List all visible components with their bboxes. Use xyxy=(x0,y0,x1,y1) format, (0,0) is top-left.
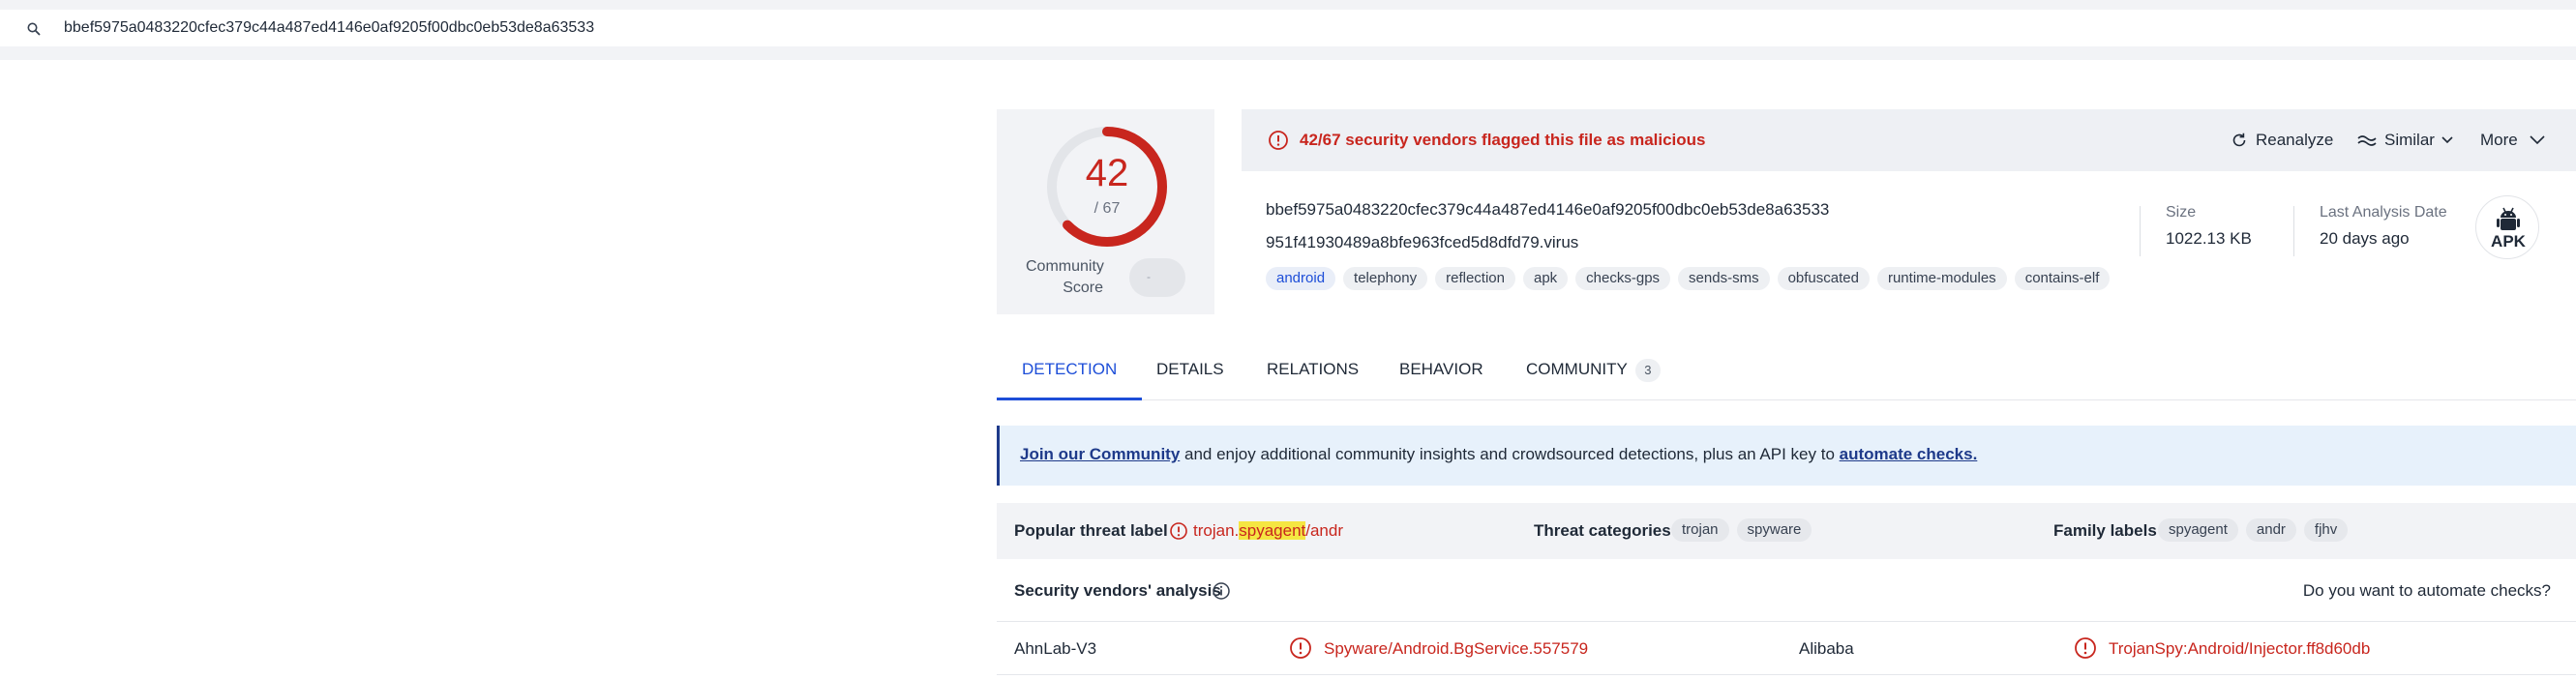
tab-relations-label: RELATIONS xyxy=(1267,360,1360,378)
threat-prefix: trojan. xyxy=(1193,521,1240,540)
vendor-name: AhnLab-V3 xyxy=(1014,639,1097,658)
file-type-badge: APK xyxy=(2475,195,2539,259)
alert-circle-icon xyxy=(1269,131,1288,150)
threat-category-chip[interactable]: spyware xyxy=(1736,518,1812,542)
similar-button[interactable]: Similar xyxy=(2357,129,2454,152)
vendors-title: Security vendors' analysis xyxy=(1014,581,1221,600)
banner-body: and enjoy additional community insights … xyxy=(1180,445,1840,463)
family-labels-label: Family labels xyxy=(2053,521,2157,540)
file-tags: android telephony reflection apk checks-gps s… xyxy=(1266,267,2111,290)
alert-circle-icon xyxy=(2075,637,2096,659)
vendor-result: TrojanSpy:Android/Injector.ff8d60db xyxy=(2109,639,2371,658)
file-name: 951f41930489a8bfe963fced5d8dfd79.virus xyxy=(1266,233,1579,251)
community-count-badge: 3 xyxy=(1634,359,1661,382)
popular-threat-label: Popular threat label xyxy=(1014,521,1168,540)
vendor-name: Alibaba xyxy=(1799,639,1854,658)
vendor-result: Spyware/Android.BgService.557579 xyxy=(1324,639,1589,658)
file-tag[interactable]: telephony xyxy=(1343,267,1428,290)
tab-behavior-label: BEHAVIOR xyxy=(1399,360,1483,378)
chevron-down-icon xyxy=(2530,135,2545,145)
file-info-card: 42/67 security vendors flagged this file… xyxy=(1242,109,2576,314)
info-icon[interactable] xyxy=(1212,581,1231,601)
family-label-chip[interactable]: fjhv xyxy=(2303,518,2349,542)
threat-highlight: spyagent xyxy=(1239,521,1306,540)
similar-icon xyxy=(2357,135,2377,146)
meta-divider xyxy=(2293,206,2294,256)
table-row: AhnLab-V3 Spyware/Android.BgService.5575… xyxy=(997,621,2576,675)
detection-count: 42 xyxy=(1085,152,1129,194)
more-button[interactable]: More xyxy=(2480,129,2547,152)
search-box[interactable] xyxy=(0,10,2576,46)
tab-detection-label: DETECTION xyxy=(1022,360,1118,378)
detection-score-card: 42 / 67 Community Score - xyxy=(997,109,1214,314)
file-tag[interactable]: contains-elf xyxy=(2014,267,2111,290)
tab-behavior[interactable]: BEHAVIOR xyxy=(1399,344,1483,400)
community-score-value: - xyxy=(1147,270,1151,283)
alert-circle-icon xyxy=(1290,637,1311,659)
last-analysis-value: 20 days ago xyxy=(2320,229,2410,248)
file-tag[interactable]: apk xyxy=(1522,267,1569,290)
refresh-icon xyxy=(2232,133,2246,147)
file-tag[interactable]: obfuscated xyxy=(1777,267,1870,290)
threat-category-chip[interactable]: trojan xyxy=(1671,518,1729,542)
threat-summary-row: Popular threat label trojan.spyagent/and… xyxy=(997,503,2576,559)
similar-label: Similar xyxy=(2384,131,2435,149)
popular-threat-value[interactable]: trojan.spyagent/andr xyxy=(1193,521,1343,541)
tab-community-label: COMMUNITY xyxy=(1526,360,1628,378)
tab-community[interactable]: COMMUNITY 3 xyxy=(1526,344,1661,400)
join-community-link[interactable]: Join our Community xyxy=(1020,445,1180,463)
file-tag[interactable]: checks-gps xyxy=(1575,267,1671,290)
reanalyze-label: Reanalyze xyxy=(2256,131,2334,149)
community-banner: Join our Community and enjoy additional … xyxy=(997,426,2576,486)
top-bar xyxy=(0,0,2576,60)
reanalyze-button[interactable]: Reanalyze xyxy=(2231,129,2333,152)
file-tag[interactable]: android xyxy=(1266,267,1336,290)
family-labels: spyagent andr fjhv xyxy=(2158,518,2349,542)
malicious-alert-bar: 42/67 security vendors flagged this file… xyxy=(1242,109,2576,171)
meta-divider xyxy=(2140,206,2141,256)
alert-circle-icon xyxy=(1170,522,1187,540)
community-score-toggle[interactable]: - xyxy=(1129,258,1185,297)
family-label-chip[interactable]: spyagent xyxy=(2158,518,2238,542)
file-type-label: APK xyxy=(2491,232,2526,251)
search-icon xyxy=(27,22,41,36)
malicious-alert-text: 42/67 security vendors flagged this file… xyxy=(1300,131,1706,149)
detection-total: / 67 xyxy=(1093,200,1121,217)
tab-details-label: DETAILS xyxy=(1156,360,1224,378)
file-tag[interactable]: runtime-modules xyxy=(1876,267,2007,290)
community-banner-text: Join our Community and enjoy additional … xyxy=(1020,445,1977,464)
tab-relations[interactable]: RELATIONS xyxy=(1267,344,1359,400)
automate-checks-link[interactable]: automate checks. xyxy=(1840,445,1978,463)
last-analysis-label: Last Analysis Date xyxy=(2320,204,2447,221)
tab-detection[interactable]: DETECTION xyxy=(997,344,1143,400)
chevron-down-icon xyxy=(2441,136,2453,144)
threat-categories-label: Threat categories xyxy=(1534,521,1671,540)
search-input[interactable] xyxy=(64,14,1225,43)
community-score-label: Community Score xyxy=(1026,258,1104,296)
android-icon xyxy=(2497,207,2520,230)
vendors-header: Security vendors' analysis Do you want t… xyxy=(997,576,2576,609)
file-hash[interactable]: bbef5975a0483220cfec379c44a487ed4146e0af… xyxy=(1266,200,1829,220)
tab-details[interactable]: DETAILS xyxy=(1156,344,1224,400)
more-label: More xyxy=(2480,131,2518,149)
report-tabs: DETECTION DETAILS RELATIONS BEHAVIOR COM… xyxy=(997,344,2576,400)
automate-checks-prompt[interactable]: Do you want to automate checks? xyxy=(2303,581,2551,601)
threat-suffix: /andr xyxy=(1305,521,1343,540)
file-tag[interactable]: sends-sms xyxy=(1678,267,1770,290)
file-tag[interactable]: reflection xyxy=(1435,267,1515,290)
size-value: 1022.13 KB xyxy=(2166,229,2252,248)
family-label-chip[interactable]: andr xyxy=(2245,518,2296,542)
threat-categories: trojan spyware xyxy=(1671,518,1812,542)
size-label: Size xyxy=(2166,204,2197,221)
